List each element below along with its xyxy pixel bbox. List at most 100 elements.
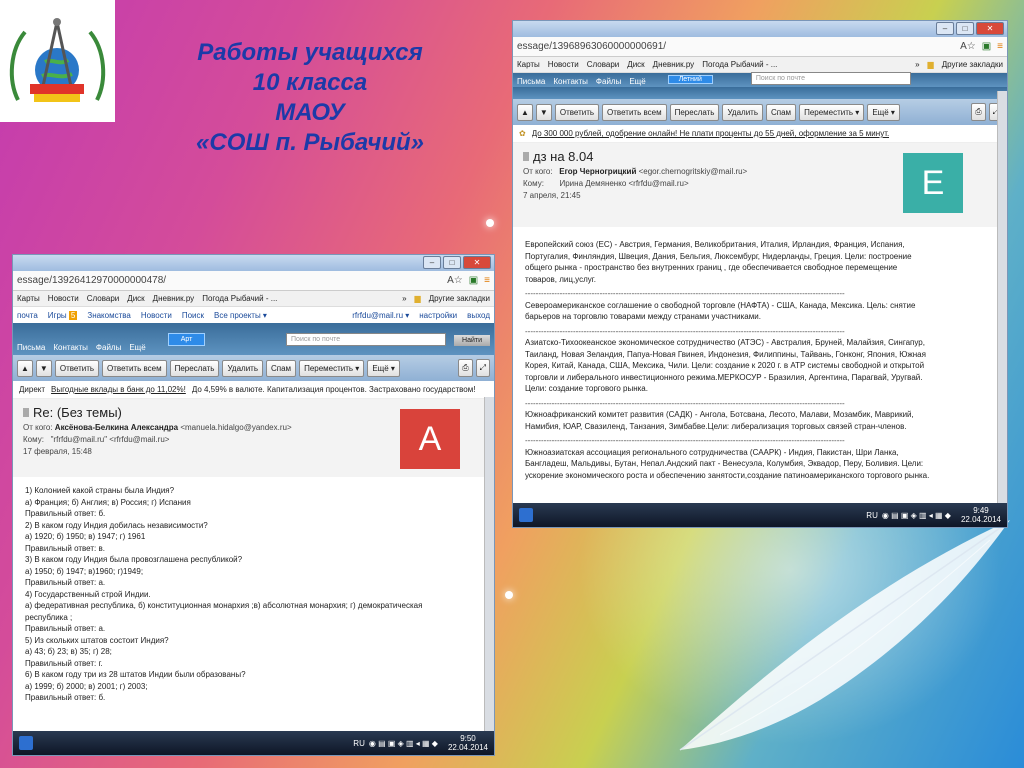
theme-badge[interactable]: Летний [667, 75, 713, 84]
bookmark-item[interactable]: Словари [587, 60, 620, 69]
bookmark-item[interactable]: Новости [548, 60, 579, 69]
other-bookmarks[interactable]: Другие закладки [942, 60, 1003, 69]
ad-link[interactable]: До 300 000 рублей, одобрение онлайн! Не … [532, 129, 890, 138]
recipient[interactable]: Ирина Демяненко <rfrfdu@mail.ru> [559, 179, 688, 188]
more-button[interactable]: Ещё ▾ [367, 359, 400, 377]
bookmark-item[interactable]: Дневник.ру [653, 60, 695, 69]
settings-link[interactable]: настройки [419, 311, 457, 320]
bookmark-item[interactable]: Погода Рыбачий - ... [202, 294, 277, 303]
clock[interactable]: 9:50 22.04.2014 [448, 734, 488, 752]
bookmark-item[interactable]: Карты [17, 294, 40, 303]
tab-letters[interactable]: Письма [517, 77, 545, 86]
clock[interactable]: 9:49 22.04.2014 [961, 506, 1001, 524]
tray-icon[interactable]: ◉ ▤ ▣ ◈ ▥ ◂ ▦ ◆ [369, 739, 438, 748]
expand-icon[interactable]: ⤢ [475, 359, 490, 377]
bookmark-item[interactable]: Погода Рыбачий - ... [702, 60, 777, 69]
scrollbar[interactable] [484, 397, 494, 731]
tab-contacts[interactable]: Контакты [553, 77, 588, 86]
maximize-icon[interactable]: □ [956, 22, 974, 35]
move-button[interactable]: Переместить ▾ [299, 359, 365, 377]
delete-button[interactable]: Удалить [722, 103, 763, 121]
body-line: Таиланд, Новая Зеландия, Папуа-Новая Гви… [525, 349, 926, 359]
bookmark-star-icon[interactable]: A☆ [447, 275, 463, 286]
reply-button[interactable]: Ответить [54, 359, 100, 377]
move-button[interactable]: Переместить ▾ [799, 103, 865, 121]
nav-item[interactable]: Знакомства [87, 311, 131, 320]
ad-link[interactable]: Выгодные вклады в банк до 11,02%! [51, 385, 186, 394]
search-input[interactable]: Поиск по почте [750, 72, 911, 85]
logout-link[interactable]: выход [467, 311, 490, 320]
tray-icon[interactable]: ◉ ▤ ▣ ◈ ▥ ◂ ▦ ◆ [882, 511, 951, 520]
bookmark-item[interactable]: Новости [48, 294, 79, 303]
menu-icon[interactable]: ≡ [484, 275, 490, 286]
spam-button[interactable]: Спам [266, 359, 297, 377]
reply-button[interactable]: Ответить [554, 103, 600, 121]
maximize-icon[interactable]: □ [443, 256, 461, 269]
print-icon[interactable]: ⎙ [458, 359, 473, 377]
sender-email[interactable]: <manuela.hidalgo@yandex.ru> [180, 423, 291, 432]
theme-badge[interactable]: Арт [167, 333, 206, 346]
tab-contacts[interactable]: Контакты [53, 343, 88, 352]
delete-button[interactable]: Удалить [222, 359, 263, 377]
nav-item[interactable]: Игры 5 [48, 310, 78, 320]
bookmark-item[interactable]: Карты [517, 60, 540, 69]
bookmark-item[interactable]: Диск [627, 60, 644, 69]
forward-button[interactable]: Переслать [169, 359, 220, 377]
tab-more[interactable]: Ещё [629, 77, 645, 86]
extension-icon[interactable]: ▣ [469, 275, 478, 286]
start-button[interactable] [19, 736, 33, 750]
bookmark-item[interactable]: Словари [87, 294, 120, 303]
language-indicator[interactable]: RU [353, 739, 365, 748]
menu-icon[interactable]: ≡ [997, 41, 1003, 52]
tab-letters[interactable]: Письма [17, 343, 45, 352]
sender-name[interactable]: Аксёнова-Белкина Александра [55, 423, 178, 432]
start-button[interactable] [519, 508, 533, 522]
nav-item[interactable]: Поиск [182, 311, 204, 320]
close-icon[interactable]: ✕ [463, 256, 491, 269]
bookmark-item[interactable]: Дневник.ру [153, 294, 195, 303]
sender-name[interactable]: Егор Черногрицкий [559, 167, 636, 176]
nav-item[interactable]: Новости [141, 311, 172, 320]
minimize-icon[interactable]: – [936, 22, 954, 35]
close-icon[interactable]: ✕ [976, 22, 1004, 35]
search-input[interactable]: Поиск по почте [286, 333, 447, 346]
body-line: Правильный ответ: а. [25, 624, 106, 633]
other-bookmarks[interactable]: Другие закладки [429, 294, 490, 303]
scrollbar[interactable] [997, 91, 1007, 503]
recipient[interactable]: "rfrfdu@mail.ru" <rfrfdu@mail.ru> [51, 435, 170, 444]
body-paragraph: Североамериканское соглашение о свободно… [525, 300, 995, 323]
bookmark-item[interactable]: Диск [127, 294, 144, 303]
flag-icon[interactable] [523, 152, 529, 161]
tab-files[interactable]: Файлы [596, 77, 621, 86]
search-button[interactable]: Найти [454, 335, 490, 346]
nav-item[interactable]: почта [17, 311, 38, 320]
forward-button[interactable]: Переслать [669, 103, 720, 121]
more-button[interactable]: Ещё ▾ [867, 103, 900, 121]
tab-more[interactable]: Ещё [129, 343, 145, 352]
address-bar[interactable]: essage/13926412970000000478/ A☆ ▣ ≡ [13, 271, 494, 291]
tab-files[interactable]: Файлы [96, 343, 121, 352]
print-icon[interactable]: ⎙ [971, 103, 986, 121]
next-icon[interactable]: ▼ [35, 359, 52, 377]
nav-item[interactable]: Все проекты ▾ [214, 311, 267, 320]
prev-icon[interactable]: ▲ [17, 359, 33, 377]
sender-email[interactable]: <egor.chernogritskiy@mail.ru> [639, 167, 748, 176]
bookmarks-more[interactable]: » [402, 294, 406, 303]
reply-all-button[interactable]: Ответить всем [602, 103, 667, 121]
language-indicator[interactable]: RU [866, 511, 878, 520]
ad-text: До 4,59% в валюте. Капитализация процент… [191, 385, 476, 394]
account-menu[interactable]: rfrfdu@mail.ru ▾ [352, 311, 409, 320]
title-line: МАОУ [275, 99, 345, 126]
flag-icon[interactable] [23, 408, 29, 417]
spam-button[interactable]: Спам [766, 103, 797, 121]
bookmark-star-icon[interactable]: A☆ [960, 41, 976, 52]
bookmarks-more[interactable]: » [915, 60, 919, 69]
from-label: От кого: [523, 167, 553, 176]
address-bar[interactable]: essage/13968963060000000691/ A☆ ▣ ≡ [513, 37, 1007, 57]
prev-icon[interactable]: ▲ [517, 103, 533, 121]
extension-icon[interactable]: ▣ [982, 41, 991, 52]
next-icon[interactable]: ▼ [535, 103, 552, 121]
minimize-icon[interactable]: – [423, 256, 441, 269]
reply-all-button[interactable]: Ответить всем [102, 359, 167, 377]
body-line: Корея, Китай, Канада, США, Мексика, Чили… [525, 361, 925, 370]
